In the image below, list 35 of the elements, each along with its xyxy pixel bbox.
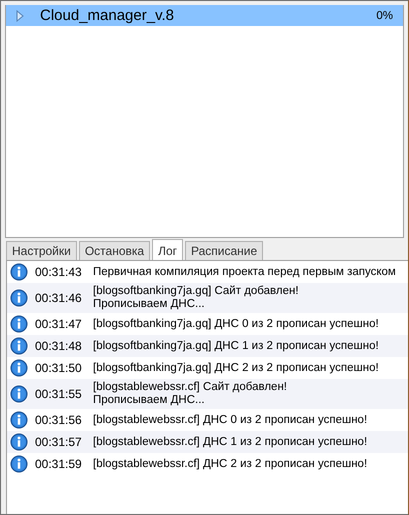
info-icon bbox=[10, 315, 28, 333]
log-time: 00:31:43 bbox=[35, 265, 83, 279]
info-icon bbox=[10, 385, 28, 403]
log-message: [blogstablewebssr.cf] ДНС 0 из 2 прописан успешно! bbox=[93, 414, 368, 426]
info-icon bbox=[10, 359, 28, 377]
log-time: 00:31:55 bbox=[35, 387, 83, 401]
tab[interactable]: Настройки bbox=[6, 241, 77, 260]
log-time: 00:31:46 bbox=[35, 291, 83, 305]
log-time: 00:31:47 bbox=[35, 317, 83, 331]
log-time: 00:31:56 bbox=[35, 413, 83, 427]
info-icon bbox=[10, 455, 28, 473]
tab[interactable]: Расписание bbox=[185, 241, 264, 260]
log-time: 00:31:59 bbox=[35, 457, 83, 471]
log-message: [blogsoftbanking7ja.gq] ДНС 0 из 2 прописан успешно! bbox=[93, 318, 379, 330]
log-time: 00:31:50 bbox=[35, 361, 83, 375]
log-message: [blogsoftbanking7ja.gq] Сайт добавлен! Прописываем ДНС... bbox=[93, 285, 299, 311]
progress-percent: 0% bbox=[376, 10, 393, 22]
expand-icon[interactable] bbox=[16, 10, 24, 22]
log-time: 00:31:48 bbox=[35, 339, 83, 353]
log-message: [blogsoftbanking7ja.gq] ДНС 1 из 2 прописан успешно! bbox=[93, 340, 379, 352]
tab[interactable]: Лог bbox=[152, 239, 184, 261]
info-icon bbox=[10, 263, 28, 281]
log-message: [blogstablewebssr.cf] ДНС 1 из 2 прописан успешно! bbox=[93, 436, 368, 448]
log-message: [blogsoftbanking7ja.gq] ДНС 2 из 2 прописан успешно! bbox=[93, 362, 379, 374]
log-message: Первичная компиляция проекта перед первым запуском bbox=[93, 266, 396, 278]
info-icon bbox=[10, 433, 28, 451]
log-message: [blogstablewebssr.cf] Сайт добавлен! Прописываем ДНС... bbox=[93, 381, 287, 407]
project-row[interactable]: Cloud_manager_v.8 0% bbox=[6, 5, 403, 26]
log-time: 00:31:57 bbox=[35, 435, 83, 449]
tab[interactable]: Остановка bbox=[78, 241, 150, 260]
log-message: [blogstablewebssr.cf] ДНС 2 из 2 прописан успешно! bbox=[93, 458, 368, 470]
info-icon bbox=[10, 289, 28, 307]
project-name: Cloud_manager_v.8 bbox=[40, 7, 175, 24]
info-icon bbox=[10, 337, 28, 355]
info-icon bbox=[10, 411, 28, 429]
